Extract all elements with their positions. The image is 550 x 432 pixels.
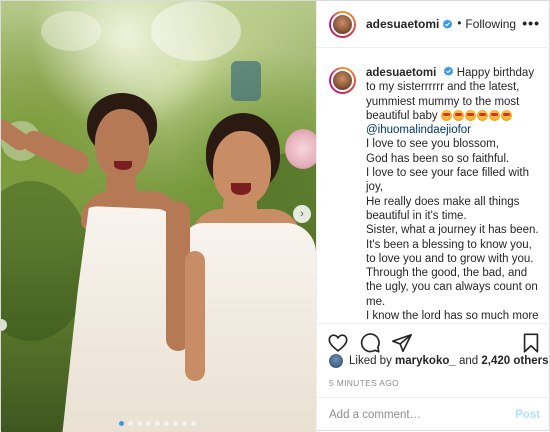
background-bokeh: [151, 1, 241, 61]
carousel-dot: [182, 421, 187, 426]
caption-line: He really does make all things beautiful…: [366, 195, 520, 222]
liker-avatar[interactable]: [329, 354, 343, 368]
caption-section: adesuaetomi Happy birthday to my sisterr…: [317, 56, 550, 320]
heart-eyes-emoji-icon: [452, 109, 464, 121]
post-comment-button[interactable]: Post: [515, 409, 540, 421]
avatar-image: [331, 69, 354, 92]
carousel-dot: [164, 421, 169, 426]
open-mouth: [231, 183, 251, 195]
likes-others-link[interactable]: 2,420 others: [481, 355, 548, 367]
heart-eyes-emoji-icon: [440, 109, 452, 121]
post-timestamp[interactable]: 5 MINUTES AGO: [329, 378, 399, 388]
comment-input[interactable]: [329, 409, 516, 421]
caption-text: adesuaetomi Happy birthday to my sisterr…: [366, 66, 542, 320]
arm: [185, 251, 205, 381]
post-photo[interactable]: ›: [1, 1, 316, 432]
post-header: adesuaetomi • Following •••: [317, 1, 550, 48]
instagram-post-modal: › adesuaetomi • Following ••• adesuaetom…: [0, 0, 550, 432]
bookmark-icon[interactable]: [520, 332, 542, 354]
carousel-dot: [137, 421, 142, 426]
bouquet: [285, 129, 316, 169]
heart-eyes-emoji-icon: [464, 109, 476, 121]
caption-username[interactable]: adesuaetomi: [366, 67, 436, 79]
mention-link[interactable]: @ihuomalindaejiofor: [366, 123, 542, 137]
carousel-dot: [128, 421, 133, 426]
carousel-dot: [173, 421, 178, 426]
heart-icon[interactable]: [327, 332, 349, 354]
paper-plane-icon[interactable]: [391, 332, 413, 354]
add-comment-bar: Post: [317, 397, 550, 432]
chevron-right-icon[interactable]: ›: [293, 205, 311, 223]
caption-lines: I love to see you blossom, God has been s…: [366, 137, 542, 320]
username-link[interactable]: adesuaetomi: [366, 17, 439, 31]
heart-eyes-emoji-icon: [476, 109, 488, 121]
caption-line: Through the good, the bad, and the ugly,…: [366, 267, 538, 308]
likes-summary: Liked by marykoko_ and 2,420 others: [329, 354, 549, 368]
likes-conjunction: and: [458, 355, 479, 367]
liker-username[interactable]: marykoko_: [395, 355, 456, 367]
more-options-icon[interactable]: •••: [522, 15, 540, 31]
following-button[interactable]: Following: [465, 17, 516, 31]
heart-eyes-emoji-icon: [488, 109, 500, 121]
caption-line: I love to see you blossom,: [366, 138, 499, 151]
comment-bubble-icon[interactable]: [359, 332, 381, 354]
heart-eyes-emoji-icon: [500, 109, 512, 121]
background-bokeh: [41, 11, 101, 51]
carousel-dot: [119, 421, 124, 426]
caption-line: Sister, what a journey it has been. It's…: [366, 224, 539, 265]
carousel-dot: [155, 421, 160, 426]
carousel-dot: [191, 421, 196, 426]
carousel-dots: [119, 421, 196, 426]
carousel-dot: [146, 421, 151, 426]
caption-line: I love to see your face filled with joy,: [366, 167, 529, 194]
avatar[interactable]: [329, 67, 356, 94]
smile: [114, 161, 132, 170]
emoji-row: [440, 109, 512, 121]
verified-badge-icon: [443, 66, 453, 76]
background-lamp: [231, 61, 261, 101]
avatar-image: [331, 12, 354, 36]
caption-line: I know the lord has so much more in stor…: [366, 310, 539, 320]
header-separator: •: [457, 18, 462, 30]
likes-prefix: Liked by: [349, 355, 392, 367]
post-sidebar: adesuaetomi • Following ••• adesuaetomi …: [316, 1, 550, 432]
verified-badge-icon: [443, 18, 453, 29]
caption-line: God has been so so faithful.: [366, 152, 510, 165]
raised-arm: [19, 127, 93, 177]
avatar[interactable]: [329, 10, 356, 38]
